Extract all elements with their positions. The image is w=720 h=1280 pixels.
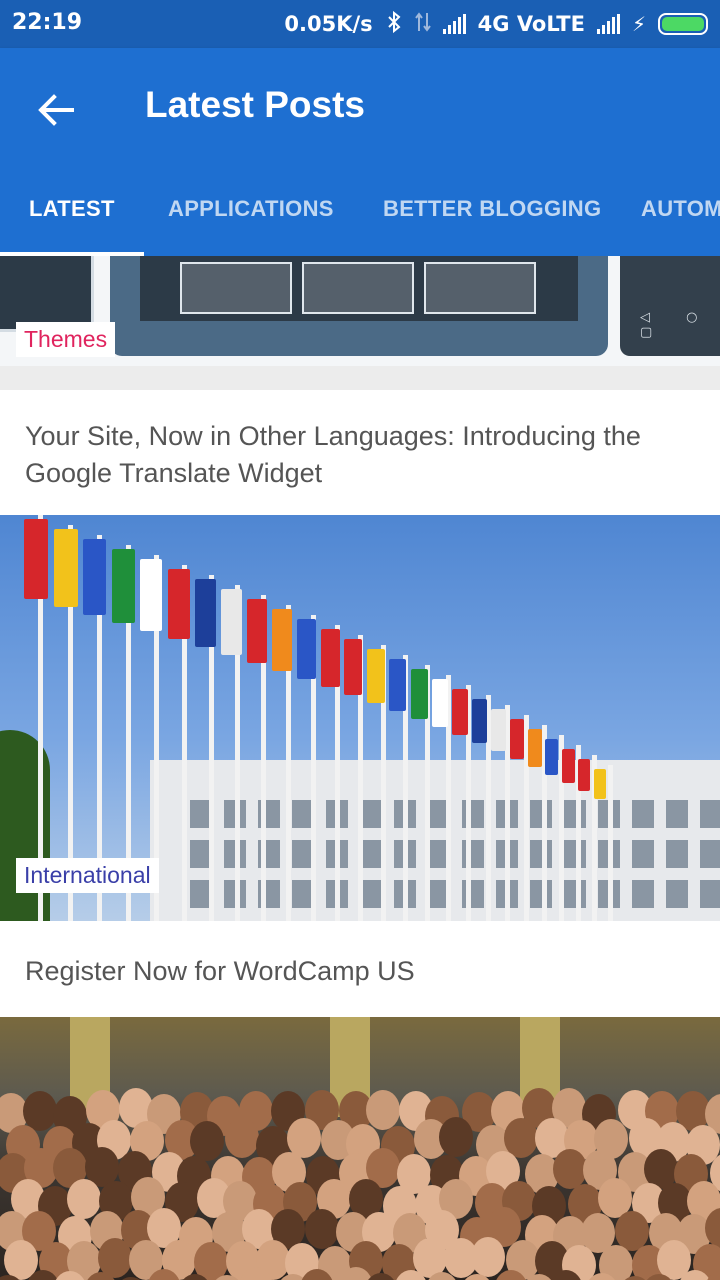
posts-feed[interactable]: ◁ ○ ▢ Themes Your Site, Now in Other Lan… <box>0 256 720 1280</box>
data-arrows-icon <box>414 11 431 38</box>
status-indicators: 0.05K/s 4G VoLTE ⚡ <box>284 10 708 38</box>
page-title: Latest Posts <box>145 84 366 125</box>
tab-better-blogging[interactable]: BETTER BLOGGING <box>383 196 601 222</box>
post-card[interactable]: Your Site, Now in Other Languages: Intro… <box>0 390 720 515</box>
tab-latest[interactable]: LATEST <box>29 196 115 222</box>
net-speed: 0.05K/s <box>284 12 373 36</box>
post-image-crowd[interactable] <box>0 1017 720 1280</box>
category-tag-themes[interactable]: Themes <box>16 322 116 357</box>
category-tag-international[interactable]: International <box>16 858 159 893</box>
post-image-flags[interactable]: International <box>0 515 720 921</box>
signal-icon <box>596 14 620 34</box>
status-time: 22:19 <box>12 10 83 35</box>
post-title[interactable]: Your Site, Now in Other Languages: Intro… <box>25 418 690 492</box>
back-button[interactable] <box>28 82 84 138</box>
tab-automattic[interactable]: AUTOM <box>641 196 720 222</box>
app-bar: Latest Posts LATEST APPLICATIONS BETTER … <box>0 48 720 256</box>
post-card[interactable]: Register Now for WordCamp US <box>0 921 720 1017</box>
tab-applications[interactable]: APPLICATIONS <box>168 196 334 222</box>
network-label: 4G VoLTE <box>477 12 585 36</box>
category-tabs: LATEST APPLICATIONS BETTER BLOGGING AUTO… <box>0 184 720 256</box>
charging-bolt-icon: ⚡ <box>631 12 646 36</box>
signal-icon <box>442 14 466 34</box>
battery-icon <box>658 13 708 35</box>
phone-mockup: ◁ ○ ▢ <box>620 256 720 356</box>
device-mockup <box>0 256 94 332</box>
status-bar: 22:19 0.05K/s 4G VoLTE ⚡ <box>0 0 720 48</box>
post-title[interactable]: Register Now for WordCamp US <box>25 953 690 990</box>
post-image-themes[interactable]: ◁ ○ ▢ Themes <box>0 256 720 366</box>
arrow-left-icon <box>38 94 74 126</box>
laptop-mockup <box>110 256 608 356</box>
bluetooth-icon <box>385 10 403 39</box>
